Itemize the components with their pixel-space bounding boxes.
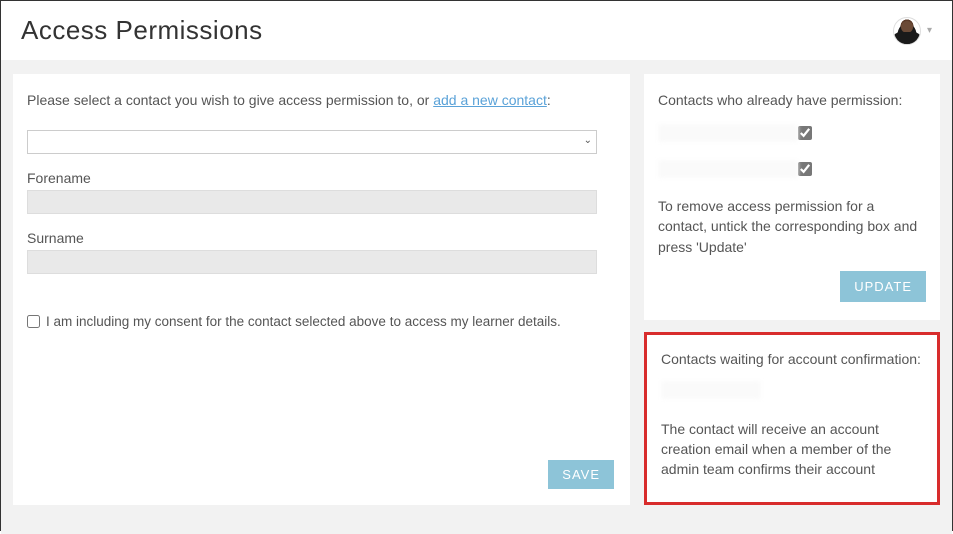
user-menu[interactable]: ▾ xyxy=(893,17,932,45)
add-new-contact-link[interactable]: add a new contact xyxy=(433,92,547,108)
contact-select-wrap: ⌄ xyxy=(27,130,616,154)
forename-input[interactable] xyxy=(27,190,597,214)
contact-name-redacted xyxy=(658,124,798,142)
intro-prefix: Please select a contact you wish to give… xyxy=(27,92,433,108)
consent-row: I am including my consent for the contac… xyxy=(27,314,616,329)
consent-checkbox[interactable] xyxy=(27,315,40,328)
contact-select[interactable] xyxy=(27,130,597,154)
intro-suffix: : xyxy=(547,92,551,108)
waiting-info-text: The contact will receive an account crea… xyxy=(661,419,923,480)
consent-text: I am including my consent for the contac… xyxy=(46,314,561,329)
chevron-down-icon: ▾ xyxy=(927,25,932,36)
intro-text: Please select a contact you wish to give… xyxy=(27,92,616,108)
waiting-heading: Contacts waiting for account confirmatio… xyxy=(661,351,923,367)
contact-name-redacted xyxy=(658,160,798,178)
surname-label: Surname xyxy=(27,230,616,246)
page-title: Access Permissions xyxy=(21,15,263,46)
permission-row xyxy=(658,124,926,142)
grant-access-panel: Please select a contact you wish to give… xyxy=(13,74,630,505)
page-header: Access Permissions ▾ xyxy=(1,1,952,60)
content-area: Please select a contact you wish to give… xyxy=(1,60,952,534)
surname-input[interactable] xyxy=(27,250,597,274)
permission-checkbox[interactable] xyxy=(798,162,812,176)
save-button[interactable]: SAVE xyxy=(548,460,614,489)
update-button[interactable]: UPDATE xyxy=(840,271,926,302)
avatar-icon xyxy=(893,17,921,45)
pending-contact-name-redacted xyxy=(661,381,761,399)
permission-checkbox[interactable] xyxy=(798,126,812,140)
waiting-confirmation-panel: Contacts waiting for account confirmatio… xyxy=(644,332,940,505)
forename-label: Forename xyxy=(27,170,616,186)
existing-permissions-heading: Contacts who already have permission: xyxy=(658,92,926,108)
permission-row xyxy=(658,160,926,178)
existing-permissions-panel: Contacts who already have permission: To… xyxy=(644,74,940,320)
remove-instructions: To remove access permission for a contac… xyxy=(658,196,926,257)
